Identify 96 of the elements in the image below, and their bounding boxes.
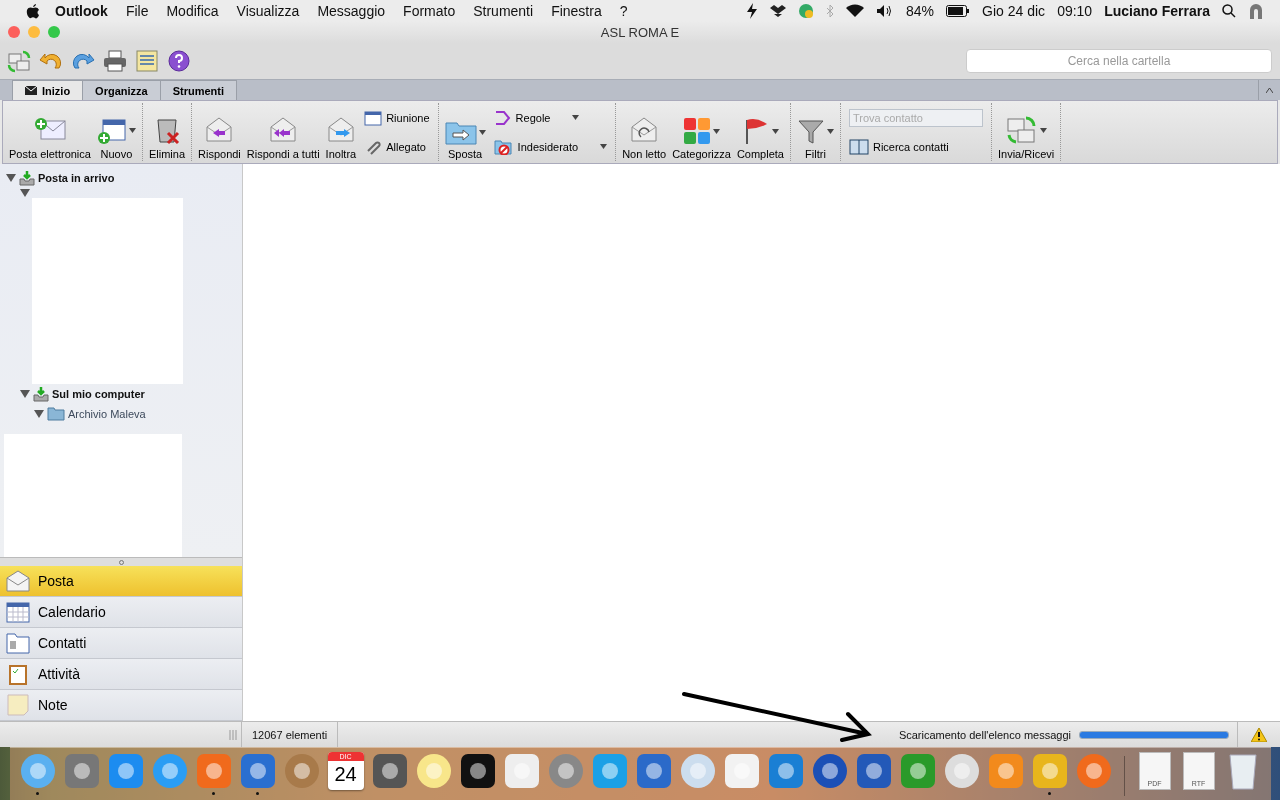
calendar-icon <box>364 109 383 126</box>
zoom-button[interactable] <box>48 26 60 38</box>
trash-can-icon <box>1227 752 1258 790</box>
caret-icon <box>826 128 834 134</box>
menu-item[interactable]: Visualizza <box>227 2 309 19</box>
funnel-icon <box>796 117 825 145</box>
calendar-icon <box>6 601 30 623</box>
ribbon-button[interactable]: Categorizza <box>670 103 733 161</box>
ribbon-button[interactable]: Filtri <box>794 103 836 161</box>
ribbon-button[interactable]: Riunione <box>364 109 430 126</box>
envelope-icon <box>6 570 30 592</box>
nav-item[interactable]: Posta <box>0 566 242 597</box>
bolt-icon[interactable] <box>746 2 759 19</box>
wifi-icon[interactable] <box>846 3 865 18</box>
color-squares-icon <box>683 117 711 145</box>
clipboard-checklist-icon <box>6 663 30 685</box>
list-view-button[interactable] <box>134 48 160 74</box>
envelope-reply-all-icon <box>268 115 299 145</box>
ribbon-button[interactable]: Completa <box>734 103 786 161</box>
ribbon-tab[interactable]: Inizio <box>12 80 84 100</box>
envelopes-arrows-icon <box>1005 115 1038 145</box>
bluetooth-icon[interactable] <box>826 3 835 18</box>
envelope-icon <box>25 86 37 95</box>
rules-icon <box>493 109 512 126</box>
caret-icon <box>1266 87 1273 93</box>
contact-card-icon <box>6 632 30 654</box>
ribbon-button[interactable]: Allegato <box>364 138 430 155</box>
ribbon-button[interactable]: Inoltra <box>323 103 359 161</box>
caret-icon <box>600 144 608 149</box>
ribbon-button[interactable]: Regole <box>493 109 608 126</box>
warning-icon[interactable] <box>1251 727 1267 742</box>
ribbon-button[interactable]: Indesiderato <box>493 138 608 155</box>
ribbon-button[interactable]: Nuovo <box>94 103 138 161</box>
menu-item[interactable]: Messaggio <box>308 2 395 19</box>
apple-icon[interactable] <box>26 2 40 19</box>
ribbon-button[interactable]: Sposta <box>442 103 488 161</box>
folder-label[interactable]: Archivio Maleva <box>68 408 146 420</box>
caret-icon <box>478 129 486 135</box>
menu-item[interactable]: Finestra <box>542 2 611 19</box>
pane-splitter[interactable] <box>0 557 242 566</box>
activity-status: Scaricamento dell'elenco messaggi <box>898 728 1072 741</box>
folder-label[interactable]: Sul mio computer <box>52 388 145 400</box>
menu-item[interactable]: Strumenti <box>464 2 543 19</box>
nav-item[interactable]: Note <box>0 690 242 721</box>
ribbon-tab[interactable]: Strumenti <box>159 80 238 100</box>
caret-icon <box>713 128 720 134</box>
ribbon-button[interactable]: Elimina <box>146 103 187 161</box>
ribbon-button[interactable]: Rispondi <box>196 103 243 161</box>
folder-icon <box>47 407 65 421</box>
ribbon-tab[interactable]: Organizza <box>82 80 161 100</box>
caret-icon <box>128 127 136 133</box>
app-menu[interactable]: Outlook <box>46 2 117 19</box>
search-field[interactable]: Cerca nella cartella <box>966 49 1272 73</box>
folder-arrow-icon <box>444 119 477 145</box>
envelope-arrow-icon <box>629 115 660 145</box>
menu-bar-date[interactable]: Gio 24 dic <box>976 2 1052 19</box>
nav-item[interactable]: Contatti <box>0 628 242 659</box>
menu-item[interactable]: Modifica <box>157 2 228 19</box>
close-button[interactable] <box>8 26 20 38</box>
window-title: ASL ROMA E <box>599 24 681 40</box>
minimize-button[interactable] <box>28 26 40 38</box>
box-icon[interactable] <box>770 3 787 18</box>
ribbon-button[interactable]: Non letto <box>620 103 669 161</box>
envelope-forward-icon <box>325 115 356 145</box>
resize-grip-icon[interactable] <box>229 729 237 740</box>
globe-badge-icon[interactable] <box>798 2 815 19</box>
menu-item[interactable]: Formato <box>394 2 465 19</box>
nav-item[interactable]: Attività <box>0 659 242 690</box>
caret-icon <box>572 115 580 120</box>
ribbon-button[interactable]: Rispondi a tutti <box>244 103 322 161</box>
caret-icon <box>1039 127 1047 133</box>
envelope-reply-icon <box>204 115 235 145</box>
menu-bar-clock[interactable]: 09:10 <box>1051 2 1099 19</box>
folder-blocked-icon <box>493 138 514 155</box>
arch-icon[interactable] <box>1248 2 1264 19</box>
nav-item[interactable]: Calendario <box>0 597 242 628</box>
menu-item[interactable]: File <box>116 2 158 19</box>
note-icon <box>6 694 30 716</box>
inbox-tray-icon <box>33 386 49 402</box>
item-count: 12067 elementi <box>242 722 339 747</box>
contact-search-field[interactable]: Trova contatto <box>848 109 983 127</box>
ribbon-button[interactable]: Ricerca contatti <box>848 139 983 155</box>
search-icon[interactable] <box>1222 3 1236 18</box>
send-receive-button[interactable] <box>6 48 32 74</box>
grip-dot-icon <box>118 559 124 565</box>
battery-percent: 84% <box>905 2 936 19</box>
battery-icon[interactable] <box>946 4 971 17</box>
help-button[interactable] <box>166 48 192 74</box>
inbox-tray-icon <box>19 170 35 186</box>
caret-icon <box>771 128 779 134</box>
ribbon-button[interactable]: Invia/Ricevi <box>995 103 1057 161</box>
menu-item[interactable]: ? <box>610 2 637 19</box>
folder-label[interactable]: Posta in arrivo <box>38 172 115 184</box>
user-name[interactable]: Luciano Ferrara <box>1098 2 1216 19</box>
print-button[interactable] <box>102 48 128 74</box>
ribbon-button[interactable]: Posta elettronica <box>7 103 93 161</box>
